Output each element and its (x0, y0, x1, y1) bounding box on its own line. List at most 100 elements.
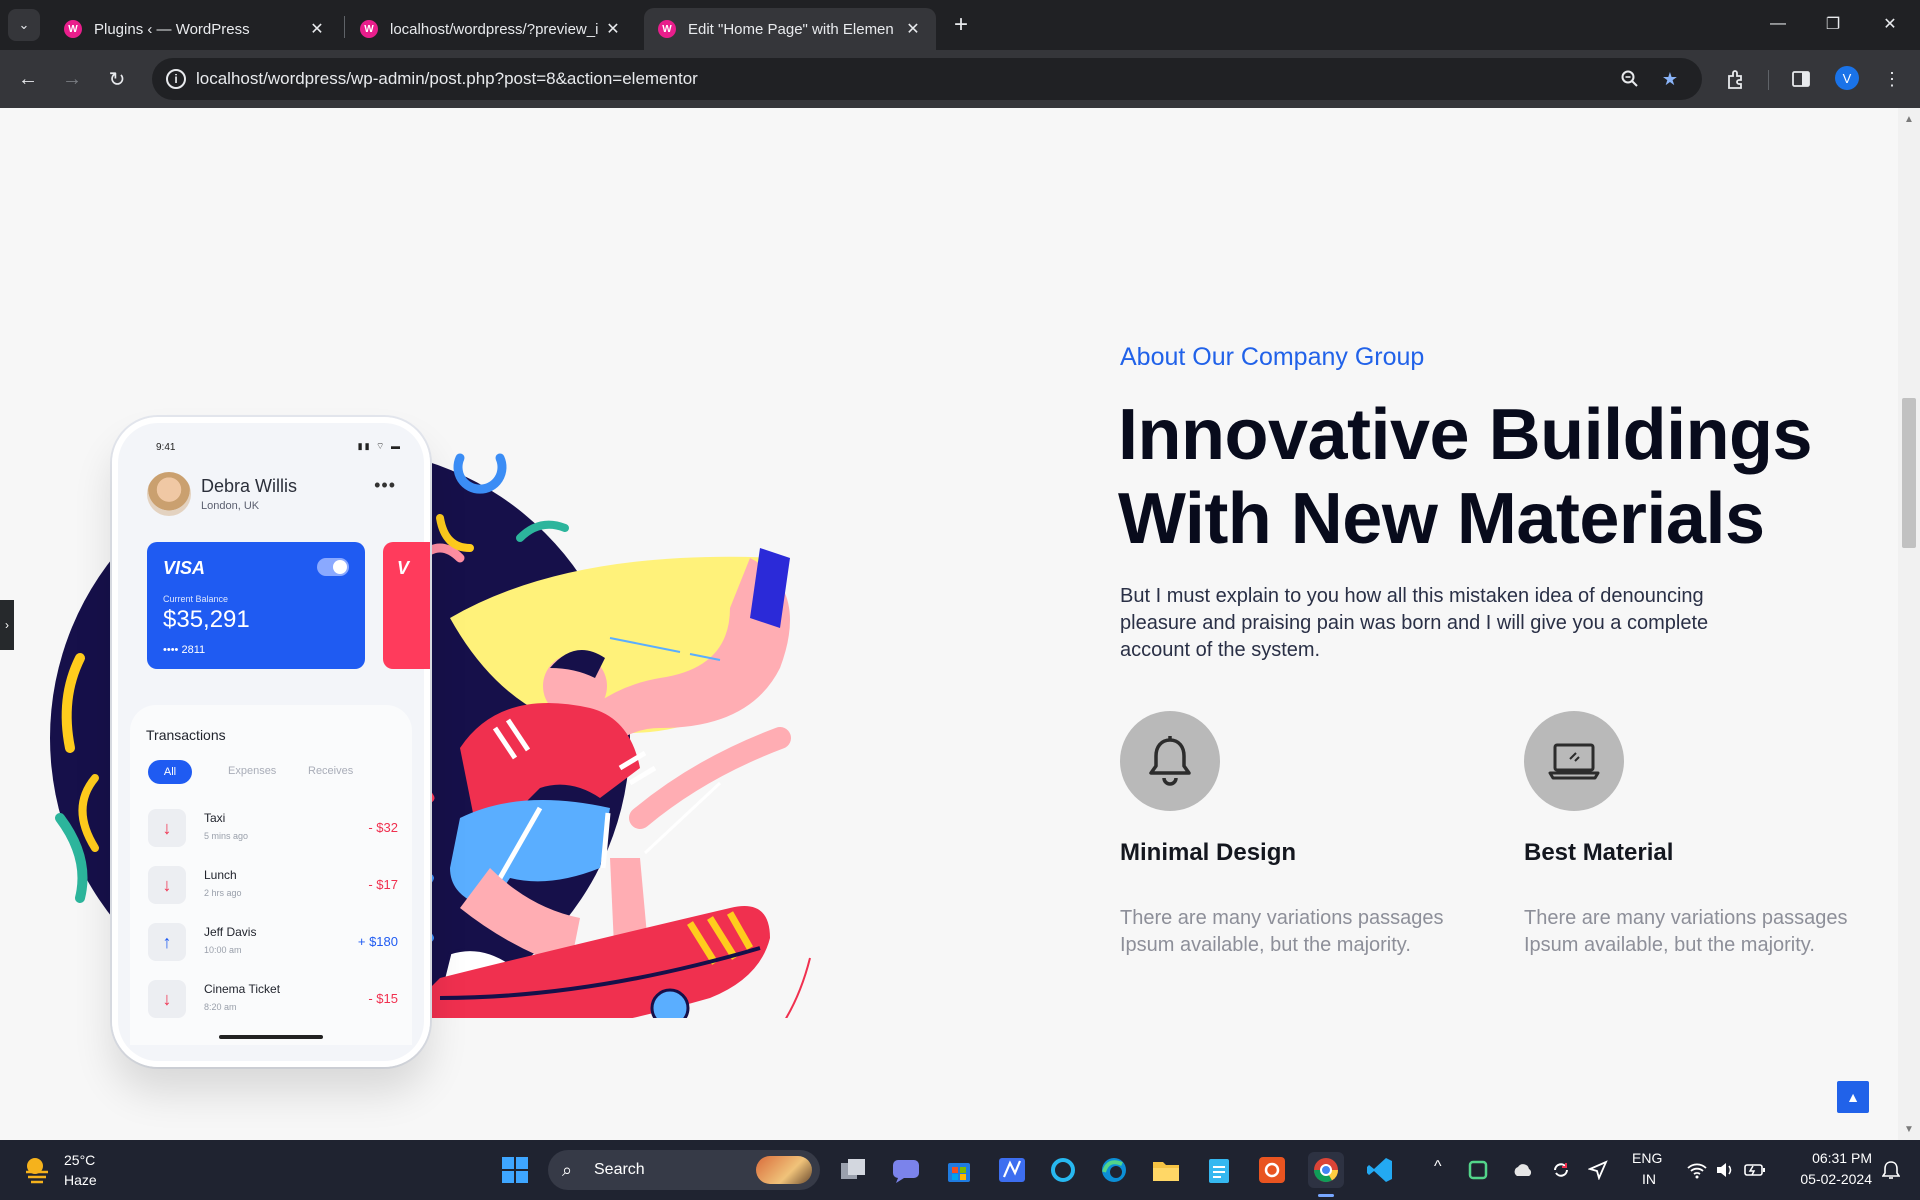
browser-toolbar: ← → ↻ i localhost/wordpress/wp-admin/pos… (0, 50, 1920, 108)
section-subtitle: About Our Company Group (1120, 343, 1425, 371)
transaction-name: Cinema Ticket (204, 982, 281, 996)
wifi-icon[interactable] (1684, 1152, 1710, 1188)
windows-start-icon[interactable] (497, 1152, 533, 1188)
close-icon[interactable]: ✕ (306, 18, 328, 40)
forward-button[interactable]: → (56, 63, 88, 95)
feature-title: Minimal Design (1120, 839, 1297, 866)
scroll-up-arrow-icon[interactable]: ▲ (1904, 114, 1914, 125)
clock-time[interactable]: 06:31 PM (1790, 1150, 1872, 1166)
zoom-icon[interactable] (1618, 67, 1642, 91)
tab-search-button[interactable]: ⌄ (8, 9, 40, 41)
math-app-icon[interactable] (994, 1152, 1030, 1188)
browser-menu-icon[interactable]: ⋮ (1876, 63, 1908, 95)
onedrive-cloud-icon[interactable] (1510, 1152, 1536, 1188)
filter-all: All (148, 760, 192, 784)
transaction-row: ↓ Lunch 2 hrs ago - $17 (148, 866, 398, 906)
show-hidden-icons-chevron-icon[interactable]: ^ (1434, 1158, 1442, 1176)
back-button[interactable]: ← (12, 63, 44, 95)
notepad-icon[interactable] (1201, 1152, 1237, 1188)
bell-icon (1120, 711, 1220, 811)
weather-description[interactable]: Haze (64, 1172, 97, 1188)
home-indicator (219, 1035, 323, 1039)
phone-status-icons: ▮▮ ⌔ ▬ (357, 441, 402, 451)
transaction-row: ↓ Taxi 5 mins ago - $32 (148, 809, 398, 849)
restore-button[interactable]: ❐ (1813, 8, 1853, 40)
transaction-row: ↓ Cinema Ticket 8:20 am - $15 (148, 980, 398, 1020)
phone-mockup: 9:41 ▮▮ ⌔ ▬ Debra Willis London, UK ••• … (112, 417, 430, 1067)
feature-text: There are many variations passages Ipsum… (1524, 907, 1848, 956)
site-info-icon[interactable]: i (166, 69, 186, 89)
url-host: localhost (196, 69, 264, 88)
new-tab-button[interactable]: + (947, 11, 975, 39)
weather-temperature[interactable]: 25°C (64, 1152, 95, 1168)
address-bar[interactable]: i localhost/wordpress/wp-admin/post.php?… (152, 58, 1702, 100)
browser-tab-strip: ⌄ W Plugins ‹ — WordPress ✕ W localhost/… (0, 0, 1920, 50)
feature-title: Best Material (1524, 839, 1674, 866)
location-arrow-icon[interactable] (1585, 1152, 1611, 1188)
profile-avatar[interactable]: V (1835, 66, 1859, 90)
tab-preview[interactable]: W localhost/wordpress/?preview_i ✕ (346, 8, 636, 50)
volume-icon[interactable] (1712, 1152, 1738, 1188)
transaction-amount: - $17 (368, 877, 398, 892)
close-icon[interactable]: ✕ (602, 18, 624, 40)
tab-plugins[interactable]: W Plugins ‹ — WordPress ✕ (50, 8, 340, 50)
wordpress-favicon-icon: W (64, 20, 82, 38)
laptop-icon (1524, 711, 1624, 811)
transaction-amount: - $32 (368, 820, 398, 835)
taskbar-search[interactable]: ⌕ Search (548, 1150, 820, 1190)
search-label: Search (594, 1161, 645, 1178)
task-view-icon[interactable] (835, 1152, 871, 1188)
tab-title: Edit "Home Page" with Element (688, 20, 894, 38)
page-canvas: 9:41 ▮▮ ⌔ ▬ Debra Willis London, UK ••• … (0, 108, 1898, 1140)
balance-label: Current Balance (163, 594, 229, 604)
haze-weather-icon[interactable] (22, 1154, 52, 1184)
tray-app-icon[interactable] (1465, 1152, 1491, 1188)
reload-button[interactable]: ↻ (101, 63, 133, 95)
edge-browser-icon[interactable] (1096, 1152, 1132, 1188)
tab-elementor-editor[interactable]: W Edit "Home Page" with Element ✕ (644, 8, 936, 50)
page-scrollbar[interactable]: ▲ ▼ (1898, 108, 1920, 1140)
transaction-amount: - $15 (368, 991, 398, 1006)
transaction-name: Jeff Davis (204, 925, 257, 939)
side-panel-icon[interactable] (1785, 63, 1817, 95)
url-text[interactable]: localhost/wordpress/wp-admin/post.php?po… (196, 69, 698, 89)
vscode-icon[interactable] (1362, 1152, 1398, 1188)
sync-icon[interactable] (1548, 1152, 1574, 1188)
chrome-browser-icon[interactable] (1308, 1152, 1344, 1188)
phone-status-time: 9:41 (156, 442, 176, 453)
input-region[interactable]: IN (1642, 1171, 1656, 1187)
notification-bell-icon[interactable] (1878, 1152, 1904, 1188)
microsoft-store-icon[interactable] (941, 1152, 977, 1188)
transaction-amount: + $180 (357, 934, 398, 949)
transaction-name: Taxi (204, 811, 226, 825)
avatar (147, 472, 191, 516)
elementor-panel-toggle[interactable]: › (0, 600, 14, 650)
ubuntu-icon[interactable] (1254, 1152, 1290, 1188)
scroll-down-arrow-icon[interactable]: ▼ (1904, 1124, 1914, 1135)
close-window-button[interactable]: ✕ (1870, 8, 1910, 40)
tab-title: localhost/wordpress/?preview_i (390, 20, 599, 38)
cortana-icon[interactable] (1045, 1152, 1081, 1188)
minimize-button[interactable]: — (1758, 8, 1798, 40)
transaction-time: 2 hrs ago (204, 888, 242, 898)
clock-date[interactable]: 05-02-2024 (1780, 1171, 1872, 1187)
back-to-top-button[interactable]: ▲ (1837, 1081, 1869, 1113)
bookmark-star-icon[interactable]: ★ (1658, 67, 1682, 91)
card2-brand: V (397, 558, 410, 578)
transaction-time: 8:20 am (204, 1002, 237, 1012)
teams-chat-icon[interactable] (888, 1152, 924, 1188)
arrow-down-icon: ↓ (148, 980, 186, 1018)
search-highlight-image (756, 1156, 812, 1184)
feature-best-material: Best Material There are many variations … (1524, 711, 1884, 959)
extensions-icon[interactable] (1720, 63, 1752, 95)
scrollbar-thumb[interactable] (1902, 398, 1916, 548)
transaction-time: 10:00 am (204, 945, 242, 955)
battery-icon[interactable] (1742, 1152, 1768, 1188)
close-icon[interactable]: ✕ (902, 18, 924, 40)
file-explorer-icon[interactable] (1148, 1152, 1184, 1188)
input-language[interactable]: ENG (1632, 1150, 1662, 1166)
search-icon: ⌕ (562, 1160, 573, 1180)
arrow-up-icon: ↑ (148, 923, 186, 961)
section-headline: Innovative Buildings With New Materials (1118, 395, 1813, 559)
toolbar-divider (1768, 70, 1769, 90)
